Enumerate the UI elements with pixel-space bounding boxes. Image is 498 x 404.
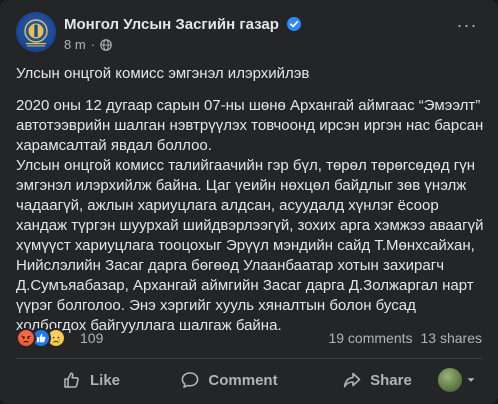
like-button-label: Like [89, 371, 120, 389]
angry-reaction-icon [16, 328, 36, 348]
post-card: Монгол Улсын Засгийн газар 8 m · ··· Улсы… [0, 0, 498, 404]
meta-separator: · [90, 37, 96, 52]
verified-badge-icon [287, 17, 302, 31]
comment-icon [182, 372, 199, 388]
reaction-icons[interactable] [16, 328, 76, 348]
post-paragraph-1: 2020 оны 12 дугаар сарын 07-ны шөнө Арха… [16, 97, 484, 154]
profile-avatar [438, 368, 462, 392]
post-time[interactable]: 8 m [64, 37, 86, 52]
share-button[interactable]: Share [302, 362, 452, 398]
reaction-count[interactable]: 109 [80, 330, 103, 346]
comments-count[interactable]: 19 comments [328, 330, 412, 346]
globe-icon [100, 39, 112, 51]
share-button-label: Share [370, 371, 412, 389]
engagement-counts: 19 comments 13 shares [328, 330, 482, 346]
post-meta: 8 m · [64, 37, 112, 52]
post-title-line: Улсын онцгой комисс эмгэнэл илэрхийлэв [16, 65, 310, 82]
caret-down-icon [467, 378, 475, 382]
post-actions: Like Comment Share [16, 362, 482, 398]
react-as-selector[interactable] [438, 366, 482, 394]
post-stats: 109 19 comments 13 shares [16, 326, 482, 348]
post-body: Улсын онцгой комисс эмгэнэл илэрхийлэв 2… [16, 64, 486, 336]
page-name-text[interactable]: Монгол Улсын Засгийн газар [64, 16, 279, 33]
post-header: Монгол Улсын Засгийн газар 8 m · ··· [16, 12, 486, 54]
like-icon [64, 372, 79, 388]
government-emblem-icon [24, 19, 48, 47]
share-icon [343, 372, 361, 388]
shares-count[interactable]: 13 shares [421, 330, 482, 346]
stats-divider [16, 358, 482, 359]
comment-button-label: Comment [208, 371, 278, 389]
page-avatar[interactable] [16, 12, 56, 52]
comment-button[interactable]: Comment [154, 362, 304, 398]
more-icon[interactable]: ··· [452, 16, 482, 40]
page-name[interactable]: Монгол Улсын Засгийн газар [64, 16, 302, 33]
like-button[interactable]: Like [16, 362, 166, 398]
post-paragraph-2: Улсын онцгой комисс талийгаачийн гэр бүл… [16, 157, 484, 334]
